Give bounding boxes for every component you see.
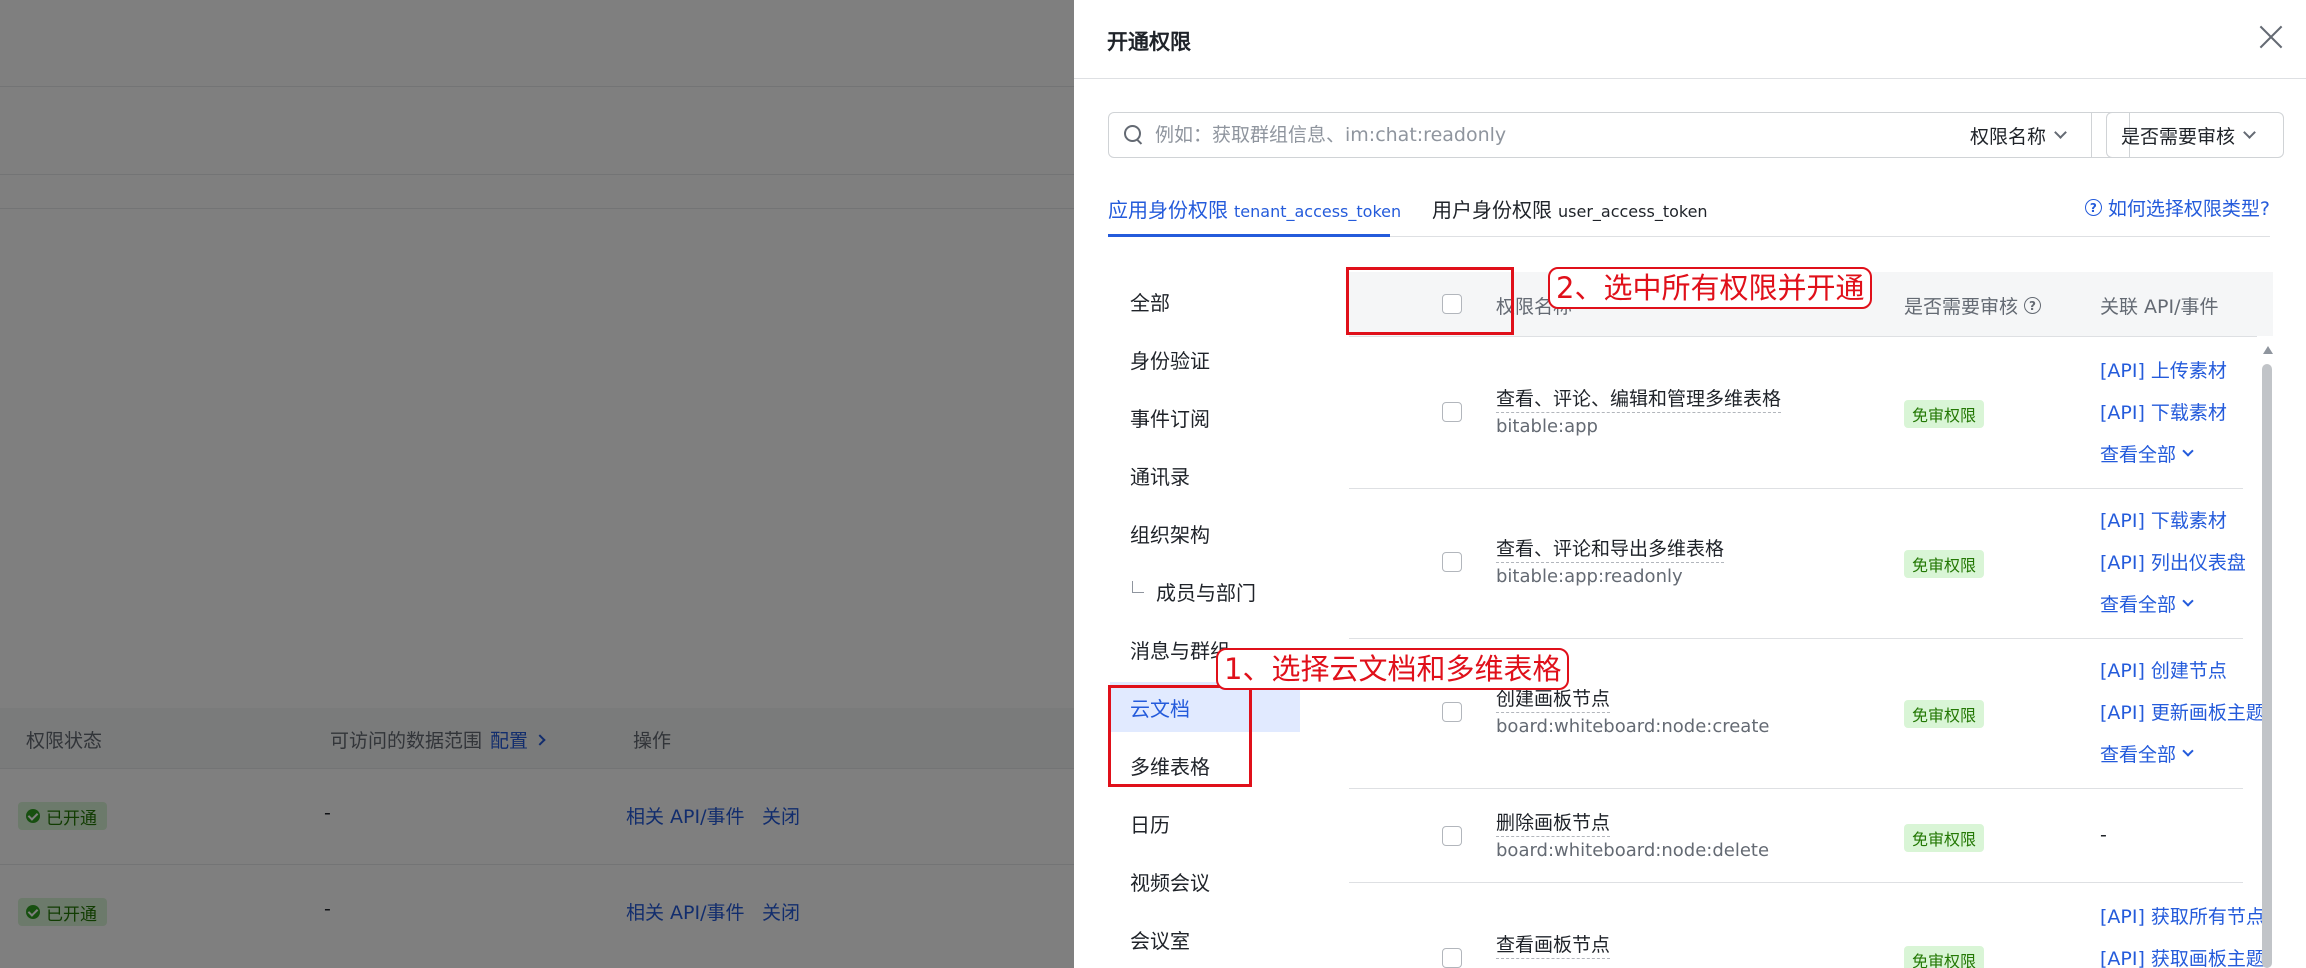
category-events[interactable]: 事件订阅 [1110,392,1300,442]
row-divider [1349,882,2243,883]
search-scope-select[interactable]: 权限名称 [1956,112,2092,158]
row-divider [1349,788,2243,789]
chevron-down-icon [2182,745,2194,757]
search-icon [1123,124,1145,146]
search-scope-label: 权限名称 [1970,125,2047,148]
perm-name: 查看画板节点 [1496,930,1611,959]
perm-code: board:whiteboard:node:create [1496,716,1770,737]
chevron-down-icon [2182,445,2194,457]
tab-tenant-access[interactable]: 应用身份权限 tenant_access_token [1108,194,1401,223]
api-link[interactable]: [API] 下载素材 [2100,398,2227,425]
scroll-thumb[interactable] [2262,364,2272,968]
perm-name: 删除画板节点 [1496,808,1611,837]
api-link[interactable]: [API] 下载素材 [2100,506,2227,533]
category-rooms[interactable]: 会议室 [1110,914,1300,964]
question-circle-icon: ? [2084,199,2102,216]
category-calendar[interactable]: 日历 [1110,798,1300,848]
chevron-down-icon [2054,126,2067,139]
category-video[interactable]: 视频会议 [1110,856,1300,906]
tab-user-access[interactable]: 用户身份权限 user_access_token [1432,194,1708,223]
perm-name: 查看、评论和导出多维表格 [1496,534,1725,563]
close-icon[interactable] [2254,20,2288,54]
api-link[interactable]: [API] 列出仪表盘 [2100,548,2246,575]
help-link[interactable]: ? 如何选择权限类型? [2084,194,2270,221]
view-all-link[interactable]: 查看全部 [2100,440,2194,467]
annotation-step-1: 1、选择云文档和多维表格 [1216,648,1570,690]
annotation-step-2: 2、选中所有权限并开通 [1548,267,1873,309]
row-checkbox[interactable] [1442,402,1462,422]
row-checkbox[interactable] [1442,552,1462,572]
perm-code: bitable:app:readonly [1496,566,1683,587]
tree-branch-icon [1132,581,1144,593]
api-link[interactable]: [API] 获取所有节点 [2100,902,2265,929]
api-link[interactable]: [API] 更新画板主题 [2100,698,2265,725]
annotation-box-select-all [1346,267,1514,335]
review-badge: 免审权限 [1904,700,1985,728]
review-badge: 免审权限 [1904,824,1985,852]
category-auth[interactable]: 身份验证 [1110,334,1300,384]
permission-table: 权限名称 是否需要审核? 关联 API/事件 查看、评论、编辑和管理多维表格 b… [1349,272,2273,968]
modal-overlay[interactable] [0,0,1074,968]
api-link[interactable]: [API] 创建节点 [2100,656,2227,683]
review-badge: 免审权限 [1904,400,1985,428]
category-contacts[interactable]: 通讯录 [1110,450,1300,500]
annotation-box-categories [1108,685,1252,787]
drawer-title: 开通权限 [1107,30,1191,54]
header-divider [1349,336,2257,337]
category-all[interactable]: 全部 [1110,276,1300,326]
category-org[interactable]: 组织架构 [1110,508,1300,558]
row-checkbox[interactable] [1442,702,1462,722]
review-badge: 免审权限 [1904,946,1985,968]
search-input[interactable] [1155,124,1855,146]
perm-code: board:whiteboard:node:delete [1496,840,1770,861]
review-badge: 免审权限 [1904,550,1985,578]
col-api: 关联 API/事件 [2100,296,2219,318]
category-members[interactable]: 成员与部门 [1110,566,1300,616]
api-link[interactable]: [API] 上传素材 [2100,356,2227,383]
api-empty: - [2100,824,2107,846]
question-circle-icon: ? [2024,297,2042,314]
row-divider [1349,638,2243,639]
row-divider [1349,488,2243,489]
permission-drawer: 开通权限 权限名称 是否需要审核 应用身份权限tenant_access_tok… [1074,0,2306,968]
scroll-up-arrow-icon[interactable] [2263,346,2273,354]
perm-code: bitable:app [1496,416,1598,437]
view-all-link[interactable]: 查看全部 [2100,740,2194,767]
review-filter-label: 是否需要审核 [2121,125,2236,148]
active-tab-indicator [1108,234,1390,237]
perm-name: 查看、评论、编辑和管理多维表格 [1496,384,1782,413]
row-checkbox[interactable] [1442,948,1462,968]
col-review: 是否需要审核? [1904,292,2042,319]
chevron-down-icon [2243,126,2256,139]
api-link[interactable]: [API] 获取画板主题 [2100,944,2265,968]
chevron-down-icon [2182,595,2194,607]
view-all-link[interactable]: 查看全部 [2100,590,2194,617]
row-checkbox[interactable] [1442,826,1462,846]
header-divider [1074,78,2306,79]
review-filter-select[interactable]: 是否需要审核 [2106,112,2284,158]
